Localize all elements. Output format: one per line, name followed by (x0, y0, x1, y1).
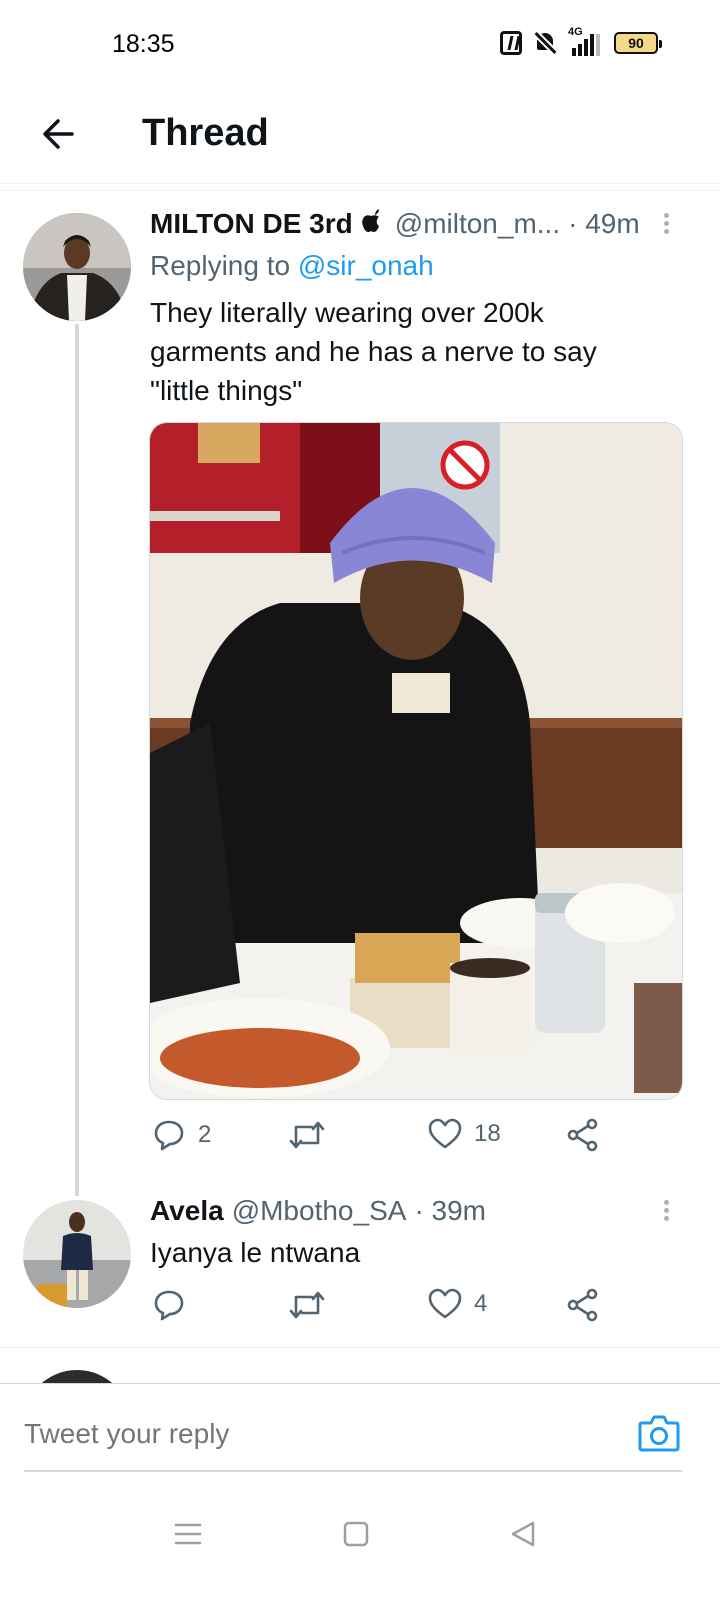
apple-icon (361, 208, 381, 240)
page-title: Thread (142, 112, 269, 154)
retweet-icon (289, 1121, 325, 1149)
reply-underline (24, 1470, 682, 1472)
tweet-header: Avela @Mbotho_SA · 39m (150, 1195, 486, 1227)
home-square-icon[interactable] (336, 1514, 376, 1554)
header-divider (0, 190, 720, 191)
bell-off-icon (534, 31, 557, 55)
tweet-text-line: They literally wearing over 200k (150, 297, 544, 328)
more-options-icon[interactable] (662, 1197, 670, 1227)
replying-prefix: Replying to (150, 250, 298, 281)
status-icons: 4G 90 (500, 26, 662, 56)
reply-input[interactable] (24, 1412, 584, 1456)
like-button[interactable]: 18 (428, 1118, 501, 1150)
thread-line (75, 324, 79, 1196)
retweet-button[interactable] (288, 1118, 338, 1152)
tweet-actions: 4 (150, 1288, 610, 1328)
top-app-bar: Thread (0, 92, 720, 184)
author-name[interactable]: MILTON DE 3rd (150, 208, 353, 240)
tweet-actions: 2 18 (150, 1118, 610, 1158)
author-name[interactable]: Avela (150, 1195, 224, 1227)
arrow-left-icon[interactable] (38, 114, 78, 154)
share-icon (567, 1288, 598, 1322)
reply-button[interactable]: 2 (152, 1118, 211, 1152)
tweet-divider (0, 1347, 720, 1348)
network-type: 4G (568, 26, 583, 38)
more-options-icon[interactable] (662, 210, 670, 240)
system-nav-bar (0, 1490, 720, 1600)
like-button[interactable]: 4 (428, 1288, 487, 1320)
avatar[interactable] (23, 213, 131, 321)
replying-to-link[interactable]: @sir_onah (298, 250, 434, 281)
share-button[interactable] (566, 1118, 600, 1152)
tweet-time: · 49m (568, 208, 640, 239)
replying-to: Replying to @sir_onah (150, 250, 434, 282)
reply-button[interactable] (152, 1288, 198, 1322)
back-triangle-icon[interactable] (504, 1514, 544, 1554)
status-time: 18:35 (112, 30, 175, 58)
tweet-header: MILTON DE 3rd @milton_m... · 49m (150, 208, 640, 240)
tweet-text-line: garments and he has a nerve to say (150, 336, 597, 367)
battery-level: 90 (628, 35, 644, 51)
share-icon (567, 1118, 598, 1152)
reply-count: 2 (198, 1121, 212, 1148)
next-tweet-peek (23, 1370, 131, 1383)
heart-icon (428, 1118, 462, 1149)
reply-icon (154, 1290, 184, 1321)
like-count: 4 (474, 1290, 488, 1317)
status-bar: 18:35 4G 90 (0, 0, 720, 92)
like-count: 18 (474, 1120, 501, 1147)
nfc-icon (500, 31, 522, 55)
signal-icon: 4G (568, 26, 602, 56)
heart-icon (428, 1288, 462, 1319)
tweet-time: · 39m (414, 1195, 487, 1226)
menu-icon[interactable] (168, 1514, 208, 1554)
tweet-text: Iyanya le ntwana (150, 1237, 361, 1268)
camera-icon[interactable] (638, 1414, 680, 1452)
tweet-text: They literally wearing over 200k garment… (150, 293, 597, 410)
tweet-text-line: "little things" (150, 375, 303, 406)
retweet-button[interactable] (288, 1288, 338, 1322)
reply-composer (0, 1383, 720, 1488)
retweet-icon (289, 1291, 325, 1319)
reply-icon (154, 1120, 184, 1151)
author-handle: @Mbotho_SA (231, 1195, 407, 1226)
avatar[interactable] (23, 1200, 131, 1308)
battery-icon: 90 (614, 32, 662, 54)
author-handle: @milton_m... (394, 208, 561, 239)
tweet-media-photo[interactable] (149, 422, 683, 1100)
share-button[interactable] (566, 1288, 600, 1322)
